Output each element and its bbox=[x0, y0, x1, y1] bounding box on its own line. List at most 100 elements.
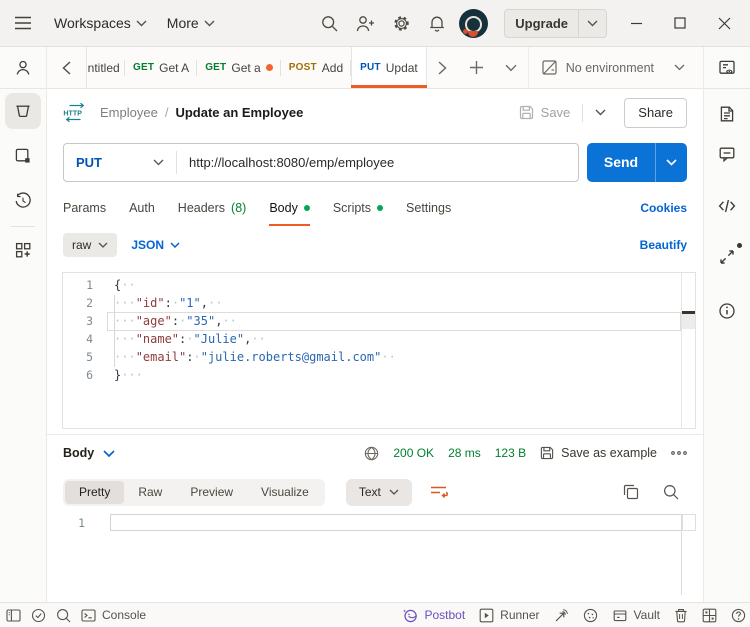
url-input[interactable] bbox=[177, 154, 578, 170]
user-rail-button[interactable] bbox=[5, 50, 41, 86]
statusbar-capture[interactable] bbox=[554, 608, 569, 623]
tabs-scroll-right-icon[interactable] bbox=[426, 47, 460, 88]
env-quicklook-rail-button[interactable] bbox=[709, 50, 745, 86]
editor-scrollbar-thumb[interactable] bbox=[682, 314, 695, 329]
upgrade-button[interactable]: Upgrade bbox=[504, 8, 607, 38]
tabs-scroll-left-icon[interactable] bbox=[47, 47, 87, 88]
line-content: }··· bbox=[114, 368, 143, 382]
comments-rail-button[interactable] bbox=[709, 136, 745, 172]
copy-icon[interactable] bbox=[623, 484, 639, 500]
breadcrumb-request-name[interactable]: Update an Employee bbox=[175, 105, 303, 120]
documentation-rail-button[interactable] bbox=[709, 96, 745, 132]
response-view-preview[interactable]: Preview bbox=[176, 481, 247, 504]
response-view-raw[interactable]: Raw bbox=[124, 481, 176, 504]
wrap-lines-icon[interactable] bbox=[429, 484, 449, 500]
statusbar-search[interactable] bbox=[56, 608, 71, 623]
postman-app-window: Workspaces More Upgrade ntitled GET Get … bbox=[0, 0, 750, 627]
tab-method-label: GET bbox=[133, 62, 155, 73]
save-button[interactable]: Save bbox=[509, 105, 581, 120]
request-tab-4[interactable]: POST Add bbox=[281, 47, 352, 88]
user-avatar[interactable] bbox=[459, 8, 489, 38]
main-menu-icon[interactable] bbox=[14, 16, 32, 30]
editor-line-4[interactable]: 4 ···"name":·"Julie",·· bbox=[63, 330, 680, 348]
more-menu[interactable]: More bbox=[167, 15, 215, 31]
statusbar-split-pane[interactable] bbox=[702, 608, 717, 623]
response-body-selector[interactable]: Body bbox=[63, 446, 115, 460]
environments-rail-button[interactable] bbox=[5, 138, 41, 174]
tab-options-caret[interactable] bbox=[494, 47, 528, 88]
response-body-editor[interactable]: 1 bbox=[47, 513, 703, 602]
statusbar-runner[interactable]: Runner bbox=[479, 608, 540, 623]
notifications-bell-icon[interactable] bbox=[419, 15, 455, 32]
request-tab-label: Auth bbox=[129, 200, 155, 215]
response-size[interactable]: 123 B bbox=[495, 446, 526, 460]
statusbar-cookie[interactable] bbox=[583, 608, 598, 623]
upgrade-button-label[interactable]: Upgrade bbox=[505, 9, 579, 37]
request-tab-3[interactable]: GET Get a bbox=[197, 47, 281, 88]
request-tab-scripts[interactable]: Scripts bbox=[333, 190, 384, 226]
statusbar-panel-toggle[interactable] bbox=[6, 608, 21, 622]
window-maximize-button[interactable] bbox=[658, 0, 702, 46]
statusbar-help[interactable] bbox=[731, 608, 746, 623]
request-tab-body[interactable]: Body bbox=[269, 190, 310, 226]
network-globe-icon[interactable] bbox=[364, 446, 379, 461]
request-tab-settings[interactable]: Settings bbox=[406, 190, 451, 226]
settings-gear-icon[interactable] bbox=[383, 15, 419, 32]
editor-line-2[interactable]: 2 ···"id":·"1",·· bbox=[63, 294, 680, 312]
request-tab-headers[interactable]: Headers (8) bbox=[178, 190, 247, 226]
response-time[interactable]: 28 ms bbox=[448, 446, 481, 460]
share-button[interactable]: Share bbox=[624, 97, 687, 128]
response-format-selector[interactable]: Text bbox=[345, 478, 412, 506]
collections-rail-button[interactable] bbox=[5, 93, 41, 129]
editor-line-6[interactable]: 6}··· bbox=[63, 366, 680, 384]
request-tab-auth[interactable]: Auth bbox=[129, 190, 155, 226]
editor-line-5[interactable]: 5 ···"email":·"julie.roberts@gmail.com"·· bbox=[63, 348, 680, 366]
response-status-code[interactable]: 200 OK bbox=[393, 446, 434, 460]
statusbar-trash[interactable] bbox=[674, 608, 688, 623]
save-options-caret[interactable] bbox=[585, 109, 616, 116]
invite-user-icon[interactable] bbox=[347, 15, 383, 32]
response-more-actions-icon[interactable] bbox=[671, 451, 687, 455]
request-tab-params[interactable]: Params bbox=[63, 190, 106, 226]
send-button[interactable]: Send bbox=[587, 142, 687, 182]
beautify-link[interactable]: Beautify bbox=[640, 238, 687, 252]
editor-line-3[interactable]: 3 ···"age":·"35",·· bbox=[63, 312, 680, 330]
upgrade-dropdown-caret[interactable] bbox=[579, 10, 606, 37]
request-header-actions: Save Share bbox=[509, 97, 687, 128]
request-tab-1[interactable]: Untitled bbox=[87, 47, 125, 88]
request-tab-2[interactable]: GET Get A bbox=[125, 47, 198, 88]
method-selector[interactable]: PUT bbox=[64, 155, 176, 170]
new-tab-button[interactable] bbox=[460, 47, 494, 88]
window-close-button[interactable] bbox=[702, 0, 746, 46]
tab-method-label: PUT bbox=[360, 62, 381, 73]
statusbar-vault[interactable]: Vault bbox=[612, 608, 660, 622]
statusbar-postbot[interactable]: Postbot bbox=[402, 608, 465, 623]
body-language-selector[interactable]: JSON bbox=[131, 238, 180, 252]
statusbar-check-circle[interactable] bbox=[31, 608, 46, 623]
code-rail-button[interactable] bbox=[709, 188, 745, 224]
search-response-icon[interactable] bbox=[663, 484, 679, 500]
related-requests-rail-button[interactable] bbox=[709, 239, 745, 275]
workspaces-menu[interactable]: Workspaces bbox=[54, 15, 147, 31]
response-view-visualize[interactable]: Visualize bbox=[247, 481, 323, 504]
history-rail-button[interactable] bbox=[5, 183, 41, 219]
info-rail-button[interactable] bbox=[709, 293, 745, 329]
window-minimize-button[interactable] bbox=[614, 0, 658, 46]
editor-overview-ruler[interactable] bbox=[681, 273, 695, 428]
search-icon[interactable] bbox=[311, 15, 347, 32]
editor-line-1[interactable]: 1 {·· bbox=[63, 276, 680, 294]
request-tab-5[interactable]: PUT Updat bbox=[351, 47, 427, 88]
save-as-example-button[interactable]: Save as example bbox=[540, 446, 657, 460]
cookies-link[interactable]: Cookies bbox=[640, 201, 687, 215]
apps-add-rail-button[interactable] bbox=[5, 232, 41, 268]
body-mode-selector[interactable]: raw bbox=[63, 232, 118, 257]
environment-selector[interactable]: No environment bbox=[527, 47, 703, 88]
send-options-caret[interactable] bbox=[655, 142, 687, 182]
breadcrumb-collection[interactable]: Employee bbox=[100, 105, 158, 120]
documentation-icon bbox=[717, 104, 737, 124]
statusbar-console[interactable]: Console bbox=[81, 608, 146, 622]
response-view-pretty[interactable]: Pretty bbox=[65, 480, 125, 504]
tab-title: Get A bbox=[159, 60, 190, 75]
avatar-figure bbox=[468, 30, 479, 37]
request-body-editor[interactable]: 1 {·· 2 ···"id":·"1",·· 3 ···"age":·"35",·· 4 ·… bbox=[62, 272, 696, 429]
